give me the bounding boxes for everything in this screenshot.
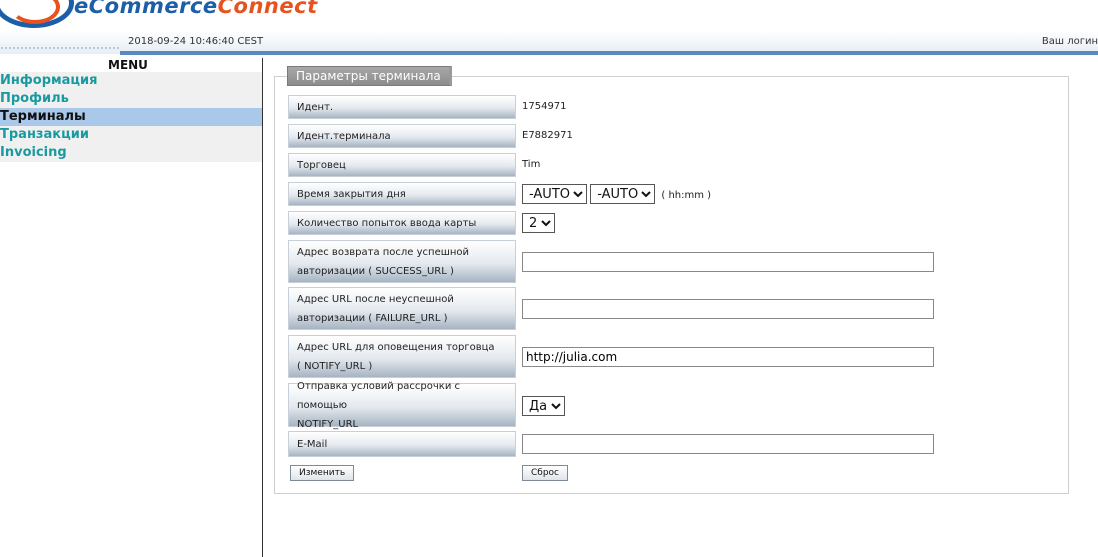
email-label: E-Mail bbox=[288, 431, 516, 457]
success-url-input[interactable] bbox=[522, 252, 934, 272]
server-datetime: 2018-09-24 10:46:40 CEST bbox=[128, 36, 264, 47]
row-card-attempts: Количество попыток ввода карты 2 bbox=[288, 211, 1028, 235]
failure-url-label-line1: Адрес URL после неуспешной bbox=[297, 293, 454, 305]
menu-divider bbox=[262, 58, 263, 557]
notify-url-label: Адрес URL для оповещения торговца ( NOTI… bbox=[288, 335, 516, 378]
menu-item-terminals[interactable]: Терминалы bbox=[0, 108, 262, 126]
change-button[interactable]: Изменить bbox=[290, 465, 355, 481]
header-divider bbox=[120, 51, 1098, 55]
login-info: Ваш логин bbox=[1041, 36, 1098, 47]
card-attempts-control: 2 bbox=[522, 213, 555, 233]
status-bar: 2018-09-24 10:46:40 CEST Ваш логин bbox=[0, 30, 1098, 55]
notify-url-label-line1: Адрес URL для оповещения торговца bbox=[297, 341, 495, 353]
failure-url-label-line2: авторизации ( FAILURE_URL ) bbox=[297, 312, 448, 324]
terminal-id-value: E7882971 bbox=[522, 130, 573, 141]
row-merchant: Торговец Tim bbox=[288, 153, 1028, 177]
row-notify-url: Адрес URL для оповещения торговца ( NOTI… bbox=[288, 335, 1028, 378]
menu-title: MENU bbox=[108, 58, 148, 72]
dotted-divider bbox=[0, 46, 120, 50]
success-url-label: Адрес возврата после успешной авторизаци… bbox=[288, 240, 516, 283]
installments-label-line1: Отправка условий рассрочки с помощью bbox=[297, 380, 461, 411]
day-close-hours-select[interactable]: -AUTO bbox=[522, 184, 587, 204]
success-url-label-line1: Адрес возврата после успешной bbox=[297, 246, 470, 258]
row-terminal-id: Идент.терминала E7882971 bbox=[288, 124, 1028, 148]
row-id: Идент. 1754971 bbox=[288, 95, 1028, 119]
card-attempts-label: Количество попыток ввода карты bbox=[288, 211, 516, 235]
merchant-value: Tim bbox=[522, 159, 541, 170]
email-input[interactable] bbox=[522, 434, 934, 454]
installments-label: Отправка условий рассрочки с помощью NOT… bbox=[288, 381, 516, 430]
id-value: 1754971 bbox=[522, 101, 567, 112]
brand-name: eCommerceConnect bbox=[74, 0, 318, 18]
row-day-close: Время закрытия дня -AUTO -AUTO ( hh:mm ) bbox=[288, 182, 1028, 206]
row-success-url: Адрес возврата после успешной авторизаци… bbox=[288, 240, 1028, 283]
reset-button[interactable]: Сброс bbox=[522, 465, 569, 481]
brand-name-part2: Connect bbox=[217, 0, 318, 18]
installments-select[interactable]: Да bbox=[522, 396, 565, 416]
merchant-label: Торговец bbox=[288, 153, 516, 177]
day-close-controls: -AUTO -AUTO ( hh:mm ) bbox=[522, 184, 711, 204]
notify-url-input[interactable] bbox=[522, 347, 934, 367]
failure-url-input[interactable] bbox=[522, 299, 934, 319]
day-close-minutes-select[interactable]: -AUTO bbox=[590, 184, 656, 204]
day-close-label: Время закрытия дня bbox=[288, 182, 516, 206]
card-attempts-select[interactable]: 2 bbox=[522, 213, 555, 233]
menu-item-profile[interactable]: Профиль bbox=[0, 90, 262, 108]
menu-item-info[interactable]: Информация bbox=[0, 72, 262, 90]
brand-name-part1: eCommerce bbox=[74, 0, 218, 18]
side-menu: MENU Информация Профиль Терминалы Транза… bbox=[0, 58, 262, 162]
row-email: E-Mail bbox=[288, 431, 1028, 457]
panel-legend: Параметры терминала bbox=[287, 66, 452, 86]
id-label: Идент. bbox=[288, 95, 516, 119]
installments-control: Да bbox=[522, 396, 565, 416]
brand-logo: eCommerceConnect bbox=[0, 0, 320, 30]
notify-url-label-line2: ( NOTIFY_URL ) bbox=[297, 360, 373, 372]
row-installments: Отправка условий рассрочки с помощью NOT… bbox=[288, 381, 1028, 430]
failure-url-label: Адрес URL после неуспешной авторизации (… bbox=[288, 287, 516, 330]
menu-item-transactions[interactable]: Транзакции bbox=[0, 126, 262, 144]
menu-item-invoicing[interactable]: Invoicing bbox=[0, 144, 262, 162]
success-url-label-line2: авторизации ( SUCCESS_URL ) bbox=[297, 265, 454, 277]
time-format-hint: ( hh:mm ) bbox=[661, 189, 712, 201]
terminal-id-label: Идент.терминала bbox=[288, 124, 516, 148]
row-failure-url: Адрес URL после неуспешной авторизации (… bbox=[288, 287, 1028, 330]
